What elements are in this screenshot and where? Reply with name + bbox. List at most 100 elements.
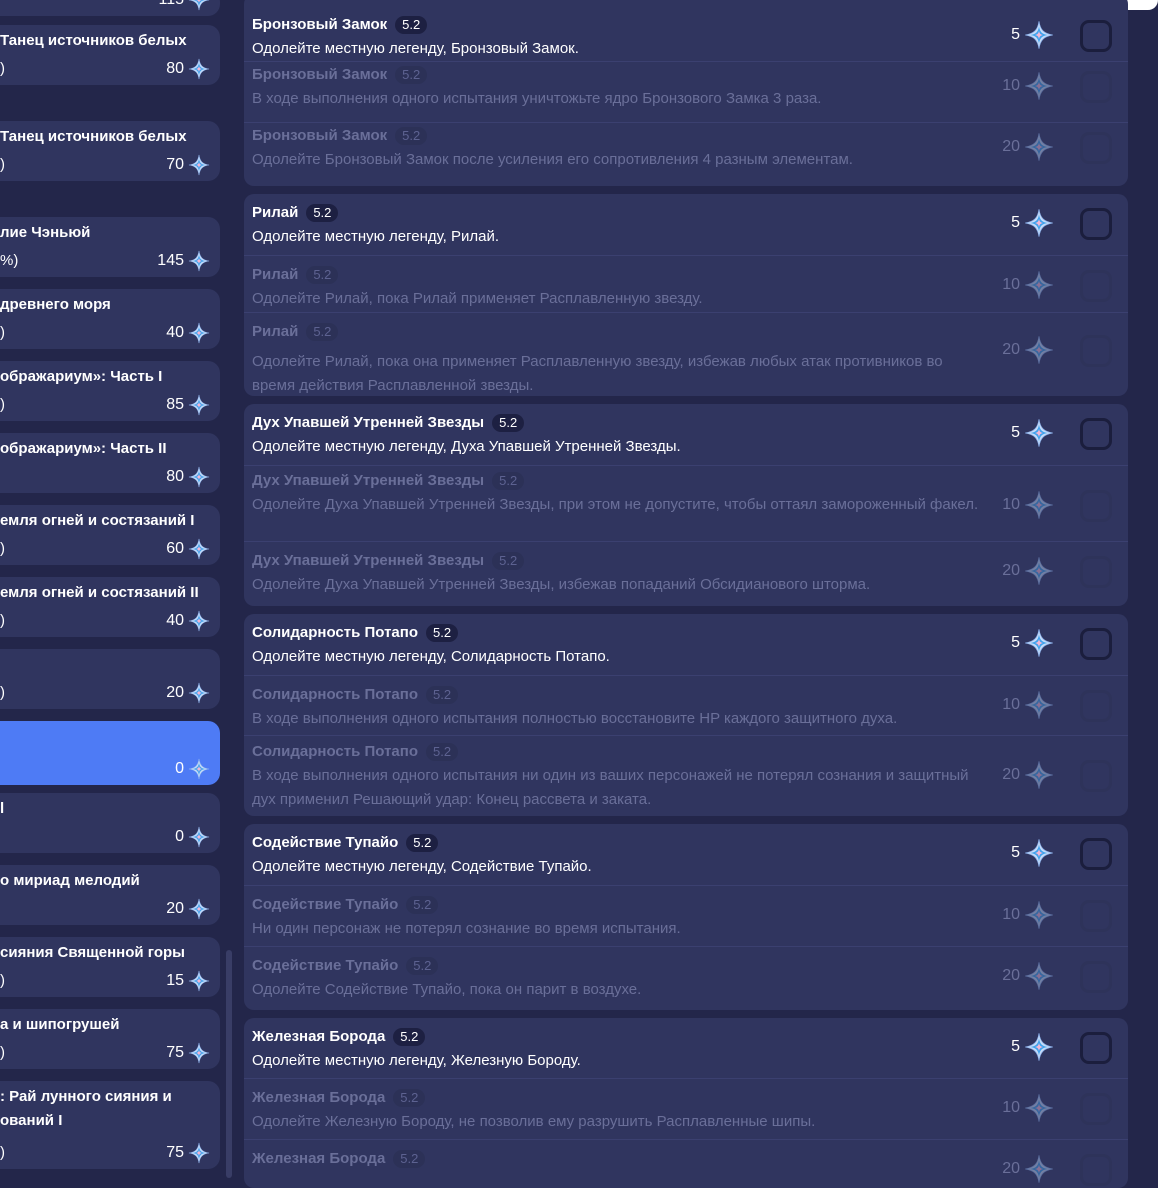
- achievement-group: Дух Упавшей Утренней Звезды 5.2 Одолейте м…: [244, 404, 1128, 606]
- achievement-row: Дух Упавшей Утренней Звезды 5.2 Одолейте Д…: [244, 541, 1128, 606]
- achievement-checkbox[interactable]: [1080, 628, 1112, 660]
- achievement-title: Солидарность Потапо: [252, 686, 418, 703]
- achievement-checkbox[interactable]: [1080, 760, 1112, 792]
- category-reward: 70: [166, 154, 210, 176]
- achievement-reward-value: 10: [1002, 276, 1020, 293]
- version-badge: 5.2: [425, 686, 459, 704]
- achievement-reward-value: 10: [1002, 77, 1020, 94]
- sidebar-category[interactable]: Танец источников белых) 80: [0, 25, 220, 85]
- sidebar-category[interactable]: лие Чэньюй%) 145: [0, 217, 220, 277]
- achievement-checkbox[interactable]: [1080, 556, 1112, 588]
- achievement-title: Железная Борода: [252, 1150, 386, 1167]
- achievement-reward: 10: [1002, 270, 1054, 300]
- sidebar-category[interactable]: сияния Священной горы) 15: [0, 937, 220, 997]
- achievement-reward-value: 10: [1002, 696, 1020, 713]
- achievement-checkbox[interactable]: [1080, 335, 1112, 367]
- achievement-description: Одолейте Рилай, пока Рилай применяет Рас…: [252, 290, 703, 307]
- achievement-reward: 20: [1002, 335, 1054, 365]
- sidebar-category[interactable]: Танец источников белых) 70: [0, 121, 220, 181]
- achievement-reward: 20: [1002, 132, 1054, 162]
- category-reward-value: 85: [166, 396, 184, 413]
- achievement-checkbox[interactable]: [1080, 418, 1112, 450]
- achievement-checkbox[interactable]: [1080, 961, 1112, 993]
- achievement-row: Железная Борода 5.2 Одолейте местную леген…: [244, 1018, 1128, 1078]
- sidebar-scrollbar[interactable]: [226, 950, 232, 1178]
- sidebar-category[interactable]: емля огней и состязаний II) 40: [0, 577, 220, 637]
- achievement-checkbox[interactable]: [1080, 1032, 1112, 1064]
- achievement-name: Рилай 5.2: [252, 264, 339, 286]
- primogem-icon: [188, 394, 210, 416]
- sidebar-category[interactable]: 0: [0, 721, 220, 785]
- achievement-reward: 5: [1011, 20, 1054, 50]
- achievement-reward: 20: [1002, 1154, 1054, 1184]
- category-reward-value: 75: [166, 1144, 184, 1161]
- category-reward-value: 40: [166, 324, 184, 341]
- achievement-row: Содействие Тупайо 5.2 Одолейте местную лег…: [244, 824, 1128, 885]
- version-badge: 5.2: [395, 16, 428, 34]
- achievement-checkbox[interactable]: [1080, 900, 1112, 932]
- sidebar-category[interactable]: 115: [0, 0, 220, 16]
- primogem-icon: [1025, 491, 1053, 519]
- sidebar-category[interactable]: о мириад мелодий 20: [0, 865, 220, 925]
- achievement-checkbox[interactable]: [1080, 71, 1112, 103]
- achievement-checkbox[interactable]: [1080, 132, 1112, 164]
- primogem-icon: [188, 1142, 210, 1164]
- category-reward: 20: [166, 898, 210, 920]
- sidebar-category[interactable]: l0: [0, 793, 220, 853]
- achievement-title: Рилай: [252, 204, 299, 221]
- sidebar-category[interactable]: ) 20: [0, 649, 220, 709]
- sidebar-category[interactable]: емля огней и состязаний I) 60: [0, 505, 220, 565]
- achievement-row: Бронзовый Замок 5.2 Одолейте местную леген…: [244, 0, 1128, 61]
- achievement-checkbox[interactable]: [1080, 1093, 1112, 1125]
- category-reward-value: 0: [175, 828, 184, 845]
- primogem-icon: [188, 466, 210, 488]
- version-badge: 5.2: [395, 127, 428, 145]
- achievement-name: Рилай 5.2: [252, 321, 339, 343]
- category-title: Танец источников белых: [0, 128, 187, 145]
- achievement-name: Бронзовый Замок 5.2: [252, 125, 428, 147]
- achievement-reward: 10: [1002, 690, 1054, 720]
- achievement-description: Одолейте Бронзовый Замок после усиления …: [252, 151, 853, 168]
- version-badge: 5.2: [306, 323, 339, 341]
- achievement-checkbox[interactable]: [1080, 270, 1112, 302]
- achievement-reward: 5: [1011, 1032, 1054, 1062]
- version-badge: 5.2: [393, 1089, 426, 1107]
- category-progress: ): [0, 1044, 5, 1061]
- primogem-icon: [188, 154, 210, 176]
- category-progress: ): [0, 540, 5, 557]
- achievement-title: Дух Упавшей Утренней Звезды: [252, 552, 485, 569]
- version-badge: 5.2: [306, 204, 339, 222]
- achievement-row: Дух Упавшей Утренней Звезды 5.2 Одолейте м…: [244, 404, 1128, 465]
- category-reward: 75: [166, 1142, 210, 1164]
- achievement-checkbox[interactable]: [1080, 1154, 1112, 1186]
- primogem-icon: [1025, 839, 1053, 867]
- sidebar-category[interactable]: ображариум»: Часть I) 85: [0, 361, 220, 421]
- primogem-icon: [188, 758, 210, 780]
- category-progress: ): [0, 972, 5, 989]
- achievement-description: Одолейте Железную Бороду, не позволив ем…: [252, 1113, 816, 1130]
- achievement-row: Бронзовый Замок 5.2 Одолейте Бронзовый Зам…: [244, 122, 1128, 186]
- sidebar-category[interactable]: : Рай лунного сияния и ований I) 75: [0, 1081, 220, 1169]
- category-progress: ): [0, 396, 5, 413]
- achievement-checkbox[interactable]: [1080, 20, 1112, 52]
- achievement-reward: 10: [1002, 900, 1054, 930]
- achievement-checkbox[interactable]: [1080, 490, 1112, 522]
- version-badge: 5.2: [406, 896, 439, 914]
- sidebar-category[interactable]: ображариум»: Часть II 80: [0, 433, 220, 493]
- achievement-reward-value: 20: [1002, 138, 1020, 155]
- category-reward-value: 20: [166, 900, 184, 917]
- category-progress: %): [0, 252, 19, 269]
- category-progress: ): [0, 684, 5, 701]
- achievement-reward: 10: [1002, 71, 1054, 101]
- achievement-checkbox[interactable]: [1080, 690, 1112, 722]
- primogem-icon: [1025, 21, 1053, 49]
- achievement-reward-value: 10: [1002, 906, 1020, 923]
- achievement-reward-value: 5: [1011, 214, 1020, 231]
- category-reward: 80: [166, 58, 210, 80]
- achievement-checkbox[interactable]: [1080, 208, 1112, 240]
- category-reward: 85: [166, 394, 210, 416]
- sidebar-category[interactable]: а и шипогрушей) 75: [0, 1009, 220, 1069]
- sidebar-category[interactable]: древнего моря) 40: [0, 289, 220, 349]
- achievement-name: Солидарность Потапо 5.2: [252, 741, 459, 763]
- achievement-checkbox[interactable]: [1080, 838, 1112, 870]
